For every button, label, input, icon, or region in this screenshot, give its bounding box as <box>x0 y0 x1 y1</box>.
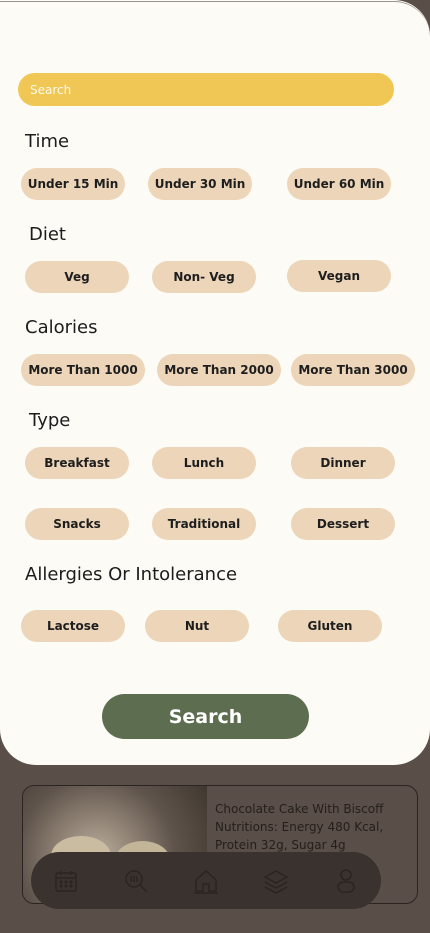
recipe-info: Chocolate Cake With Biscoff Nutritions: … <box>215 800 407 854</box>
home-icon[interactable] <box>193 868 219 894</box>
chip-under-30-min[interactable]: Under 30 Min <box>148 168 252 200</box>
chip-more-than-3000[interactable]: More Than 3000 <box>291 354 415 386</box>
chip-dessert[interactable]: Dessert <box>291 508 395 540</box>
section-title-type: Type <box>29 410 71 431</box>
section-title-calories: Calories <box>25 317 98 338</box>
chip-under-60-min[interactable]: Under 60 Min <box>287 168 391 200</box>
profile-icon[interactable] <box>333 868 359 894</box>
chip-lunch[interactable]: Lunch <box>152 447 256 479</box>
chip-gluten[interactable]: Gluten <box>278 610 382 642</box>
recipe-title: Chocolate Cake With Biscoff <box>215 802 384 816</box>
search-button[interactable]: Search <box>102 694 309 739</box>
recipe-nutrition-1: Nutritions: Energy 480 Kcal, <box>215 820 384 834</box>
search-input[interactable] <box>18 73 394 106</box>
chip-more-than-2000[interactable]: More Than 2000 <box>157 354 281 386</box>
search-recipe-icon[interactable] <box>123 868 149 894</box>
layers-icon[interactable] <box>263 868 289 894</box>
bottom-nav <box>31 852 381 909</box>
calendar-icon[interactable] <box>53 868 79 894</box>
chip-vegan[interactable]: Vegan <box>287 260 391 292</box>
chip-traditional[interactable]: Traditional <box>152 508 256 540</box>
chip-veg[interactable]: Veg <box>25 261 129 293</box>
chip-breakfast[interactable]: Breakfast <box>25 447 129 479</box>
chip-more-than-1000[interactable]: More Than 1000 <box>21 354 145 386</box>
section-title-diet: Diet <box>29 224 66 245</box>
filter-sheet: Time Under 15 Min Under 30 Min Under 60 … <box>0 0 430 765</box>
chip-under-15-min[interactable]: Under 15 Min <box>21 168 125 200</box>
chip-lactose[interactable]: Lactose <box>21 610 125 642</box>
chip-snacks[interactable]: Snacks <box>25 508 129 540</box>
chip-dinner[interactable]: Dinner <box>291 447 395 479</box>
section-title-allergies: Allergies Or Intolerance <box>25 564 238 585</box>
chip-nut[interactable]: Nut <box>145 610 249 642</box>
section-title-time: Time <box>25 131 70 152</box>
chip-non-veg[interactable]: Non- Veg <box>152 261 256 293</box>
